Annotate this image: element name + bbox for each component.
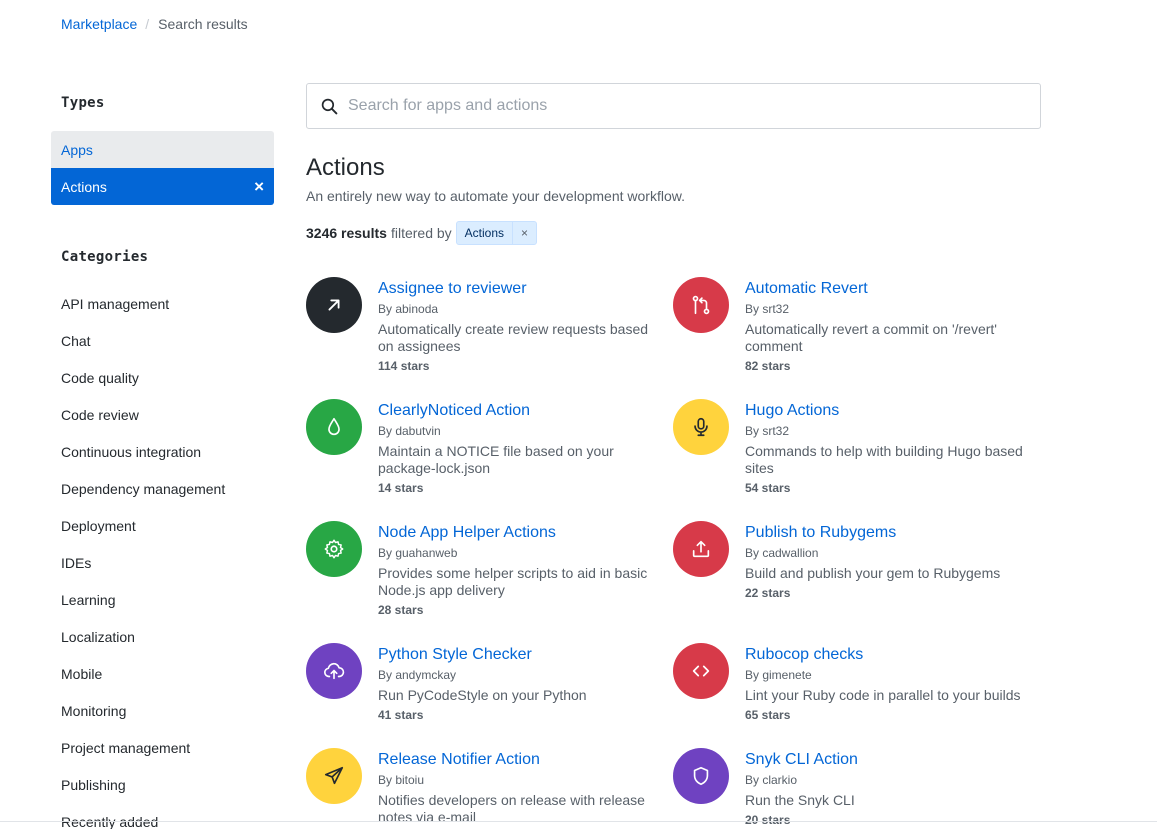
action-stars: 14 stars bbox=[378, 481, 424, 495]
search-icon bbox=[321, 98, 338, 114]
action-card[interactable]: Assignee to reviewer By abinoda Automati… bbox=[306, 277, 656, 387]
cloud-upload-icon bbox=[306, 643, 362, 699]
action-description: Automatically revert a commit on '/rever… bbox=[745, 321, 997, 354]
action-stars: 28 stars bbox=[378, 603, 424, 617]
arrow-up-right-icon bbox=[306, 277, 362, 333]
action-description: Lint your Ruby code in parallel to your … bbox=[745, 687, 1021, 703]
action-card[interactable]: Rubocop checks By gimenete Lint your Rub… bbox=[673, 643, 1023, 753]
category-item[interactable]: IDEs bbox=[61, 554, 225, 591]
type-filter-apps-label: Apps bbox=[61, 141, 93, 158]
search-box[interactable] bbox=[306, 83, 1041, 129]
category-item[interactable]: Learning bbox=[61, 591, 225, 628]
action-author: By srt32 bbox=[745, 424, 790, 438]
category-item[interactable]: Localization bbox=[61, 628, 225, 665]
remove-filter-icon[interactable]: × bbox=[512, 222, 536, 244]
action-card[interactable]: ClearlyNoticed Action By dabutvin Mainta… bbox=[306, 399, 656, 509]
viewport-bottom-divider bbox=[0, 821, 1157, 822]
category-item[interactable]: Monitoring bbox=[61, 702, 225, 739]
results-summary: 3246 results filtered by Actions × bbox=[306, 221, 538, 245]
active-filter-label: Actions bbox=[464, 226, 505, 240]
action-stars: 20 stars bbox=[745, 813, 791, 827]
action-author: By clarkio bbox=[745, 773, 798, 787]
gear-icon bbox=[306, 521, 362, 577]
droplet-icon bbox=[306, 399, 362, 455]
action-description: Maintain a NOTICE file based on your pac… bbox=[378, 443, 614, 476]
action-name-link[interactable]: Assignee to reviewer bbox=[378, 280, 527, 298]
types-heading: Types bbox=[61, 95, 105, 111]
action-stars: 54 stars bbox=[745, 481, 791, 495]
action-description: Automatically create review requests bas… bbox=[378, 321, 649, 354]
category-item[interactable]: Dependency management bbox=[61, 480, 225, 517]
action-description: Build and publish your gem to Rubygems bbox=[745, 565, 1001, 581]
filtered-by-label: filtered by bbox=[390, 225, 452, 241]
action-card[interactable]: Hugo Actions By srt32 Commands to help w… bbox=[673, 399, 1023, 509]
main-content: Actions An entirely new way to automate … bbox=[306, 0, 1046, 829]
git-pull-request-icon bbox=[673, 277, 729, 333]
action-stars: 22 stars bbox=[745, 586, 791, 600]
action-stars: 65 stars bbox=[745, 708, 791, 722]
action-name-link[interactable]: Snyk CLI Action bbox=[745, 751, 858, 769]
action-stars: 114 stars bbox=[378, 359, 430, 373]
category-item[interactable]: Code quality bbox=[61, 369, 225, 406]
shield-icon bbox=[673, 748, 729, 804]
upload-icon bbox=[673, 521, 729, 577]
action-card[interactable]: Python Style Checker By andymckay Run Py… bbox=[306, 643, 656, 753]
action-name-link[interactable]: Rubocop checks bbox=[745, 646, 863, 664]
code-icon bbox=[673, 643, 729, 699]
category-item[interactable]: Code review bbox=[61, 406, 225, 443]
type-filter-apps[interactable]: Apps bbox=[51, 131, 274, 168]
action-author: By cadwallion bbox=[745, 546, 819, 560]
category-item[interactable]: Publishing bbox=[61, 776, 225, 813]
action-author: By abinoda bbox=[378, 302, 439, 316]
search-input[interactable] bbox=[348, 97, 1028, 115]
microphone-icon bbox=[673, 399, 729, 455]
action-description: Provides some helper scripts to aid in b… bbox=[378, 565, 648, 598]
page-description: An entirely new way to automate your dev… bbox=[306, 188, 685, 204]
send-icon bbox=[306, 748, 362, 804]
action-description: Run the Snyk CLI bbox=[745, 792, 855, 808]
action-name-link[interactable]: Node App Helper Actions bbox=[378, 524, 556, 542]
category-item[interactable]: Continuous integration bbox=[61, 443, 225, 480]
action-author: By bitoiu bbox=[378, 773, 425, 787]
action-name-link[interactable]: Release Notifier Action bbox=[378, 751, 540, 769]
category-item[interactable]: Mobile bbox=[61, 665, 225, 702]
category-item[interactable]: Deployment bbox=[61, 517, 225, 554]
action-card[interactable]: Snyk CLI Action By clarkio Run the Snyk … bbox=[673, 748, 1023, 829]
results-count: 3246 results bbox=[306, 225, 387, 241]
action-author: By gimenete bbox=[745, 668, 812, 682]
page-title: Actions bbox=[306, 154, 385, 181]
action-name-link[interactable]: Python Style Checker bbox=[378, 646, 532, 664]
action-name-link[interactable]: Publish to Rubygems bbox=[745, 524, 896, 542]
filter-sidebar: Types Apps Actions × Categories API mana… bbox=[51, 0, 274, 829]
category-item[interactable]: Project management bbox=[61, 739, 225, 776]
clear-filter-icon[interactable]: × bbox=[254, 178, 264, 195]
action-card[interactable]: Node App Helper Actions By guahanweb Pro… bbox=[306, 521, 656, 631]
category-list: API management Chat Code quality Code re… bbox=[61, 295, 225, 829]
categories-heading: Categories bbox=[61, 249, 149, 265]
action-name-link[interactable]: Automatic Revert bbox=[745, 280, 868, 298]
action-name-link[interactable]: Hugo Actions bbox=[745, 402, 839, 420]
action-card[interactable]: Publish to Rubygems By cadwallion Build … bbox=[673, 521, 1023, 631]
action-stars: 82 stars bbox=[745, 359, 791, 373]
active-filter-tag: Actions × bbox=[455, 221, 538, 245]
action-author: By dabutvin bbox=[378, 424, 441, 438]
action-card[interactable]: Automatic Revert By srt32 Automatically … bbox=[673, 277, 1023, 387]
type-filter-actions[interactable]: Actions × bbox=[51, 168, 274, 205]
action-card[interactable]: Release Notifier Action By bitoiu Notifi… bbox=[306, 748, 656, 829]
category-item[interactable]: Chat bbox=[61, 332, 225, 369]
action-description: Commands to help with building Hugo base… bbox=[745, 443, 1023, 476]
type-filter-actions-label: Actions bbox=[61, 178, 107, 195]
action-description: Run PyCodeStyle on your Python bbox=[378, 687, 587, 703]
action-name-link[interactable]: ClearlyNoticed Action bbox=[378, 402, 530, 420]
action-author: By guahanweb bbox=[378, 546, 458, 560]
action-author: By srt32 bbox=[745, 302, 790, 316]
action-author: By andymckay bbox=[378, 668, 457, 682]
category-item[interactable]: API management bbox=[61, 295, 225, 332]
action-stars: 41 stars bbox=[378, 708, 424, 722]
